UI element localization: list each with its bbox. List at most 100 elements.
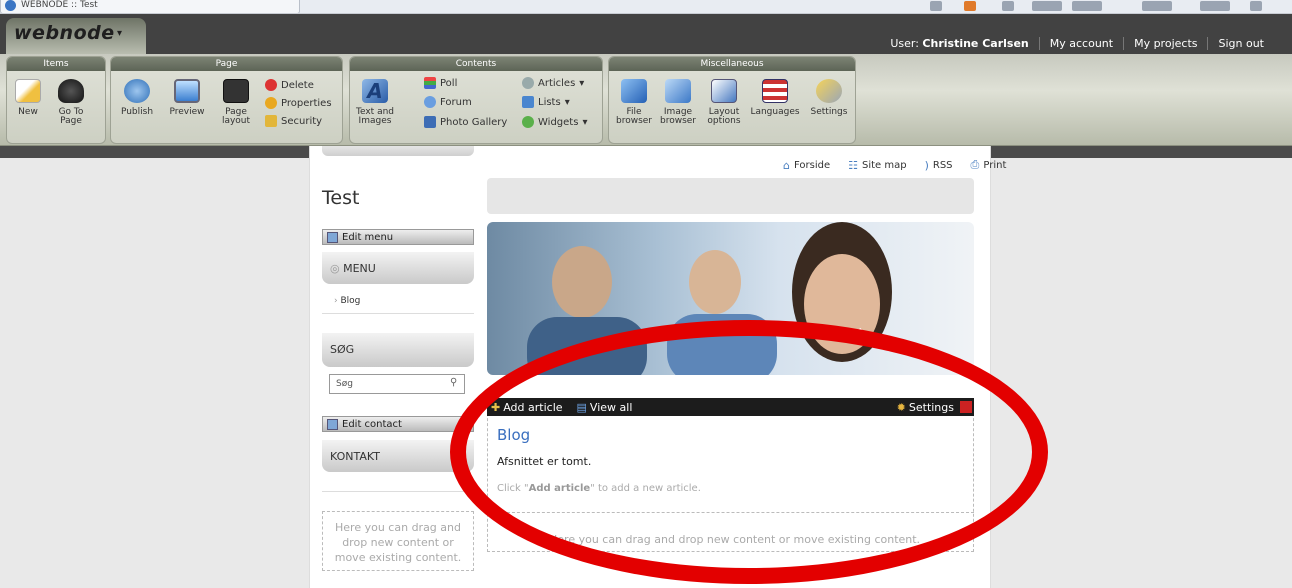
properties-label: Properties [281, 97, 332, 109]
delete-label: Delete [281, 79, 314, 91]
widgets-label: Widgets [538, 116, 579, 128]
lists-button[interactable]: Lists ▾ [522, 96, 570, 108]
forum-button[interactable]: Forum [424, 96, 472, 108]
image-browser-button[interactable]: Image browser [657, 79, 699, 126]
home-icon[interactable] [930, 1, 942, 11]
poll-label: Poll [440, 77, 458, 89]
my-projects-link[interactable]: My projects [1123, 37, 1207, 50]
user-info: User: Christine Carlsen [880, 37, 1038, 50]
print-link[interactable]: ⎙ Print [971, 158, 1007, 172]
file-browser-button[interactable]: File browser [613, 79, 655, 126]
user-links: User: Christine Carlsen My account My pr… [880, 37, 1274, 50]
group-title-items: Items [7, 57, 105, 71]
home-link[interactable]: ⌂ Forside [783, 158, 830, 172]
rss-icon: ) [924, 158, 929, 172]
new-page-icon [15, 79, 41, 103]
articles-button[interactable]: Articles ▾ [522, 77, 584, 89]
chevron-down-icon: ▾ [582, 116, 588, 128]
help-menu-icon[interactable] [1142, 1, 1172, 11]
browser-tab-title: WEBNODE :: Test [21, 0, 98, 10]
gallery-icon [424, 116, 436, 128]
languages-button[interactable]: Languages [747, 79, 803, 117]
new-label: New [18, 107, 38, 117]
print-icon: ⎙ [970, 158, 980, 171]
sitemap-link[interactable]: ☷ Site map [848, 158, 906, 172]
edit-menu-label: Edit menu [342, 231, 394, 243]
languages-label: Languages [750, 107, 800, 117]
delete-icon [265, 79, 277, 91]
group-title-contents: Contents [350, 57, 602, 71]
print-label: Print [983, 159, 1007, 171]
go-to-page-button[interactable]: Go To Page [49, 79, 93, 126]
widgets-button[interactable]: Widgets ▾ [522, 116, 587, 128]
page-menu-icon[interactable] [1032, 1, 1062, 11]
image-browser-label: Image browser [659, 107, 696, 126]
widgets-icon [522, 116, 534, 128]
group-title-page: Page [111, 57, 342, 71]
chevron-down-icon: ▾ [579, 77, 585, 89]
layout-icon [223, 79, 249, 103]
edit-contact-label: Edit contact [342, 418, 402, 430]
poll-icon [424, 77, 436, 89]
forum-label: Forum [440, 96, 472, 108]
text-images-label: Text and Images [356, 107, 394, 126]
edit-menu-button[interactable]: Edit menu [322, 229, 474, 245]
chevron-right-icon: › [334, 296, 338, 306]
flag-icon [762, 79, 788, 103]
toolbar-group-misc: Miscellaneous File browser Image browser… [608, 56, 856, 144]
edit-contact-button[interactable]: Edit contact [322, 416, 474, 432]
properties-icon [265, 97, 277, 109]
poll-button[interactable]: Poll [424, 77, 457, 89]
feed-icon[interactable] [964, 1, 976, 11]
preview-button[interactable]: Preview [165, 79, 209, 117]
top-left-box [322, 146, 474, 156]
photo-gallery-button[interactable]: Photo Gallery [424, 116, 507, 128]
layout-options-label: Layout options [707, 107, 741, 126]
site-title[interactable]: Test [322, 187, 359, 209]
menu-heading-label: MENU [343, 262, 376, 275]
gear-icon[interactable] [1250, 1, 1262, 11]
layout-options-button[interactable]: Layout options [703, 79, 745, 126]
wrench-icon [816, 79, 842, 103]
my-account-link[interactable]: My account [1038, 37, 1123, 50]
security-button[interactable]: Security [265, 115, 322, 127]
delete-button[interactable]: Delete [265, 79, 314, 91]
menu-bullet-icon: ◎ [330, 262, 340, 275]
print-icon[interactable] [1002, 1, 1014, 11]
contact-box [322, 470, 474, 492]
publish-button[interactable]: Publish [117, 79, 157, 117]
sidebar-item-label: Blog [340, 296, 361, 306]
rss-link[interactable]: ) RSS [925, 158, 953, 172]
sidebar-item-blog[interactable]: › Blog [322, 288, 474, 314]
group-title-misc: Miscellaneous [609, 57, 855, 71]
toolbar-group-page: Page Publish Preview Page layout Delete … [110, 56, 343, 144]
file-browser-label: File browser [615, 107, 652, 126]
lists-label: Lists [538, 96, 561, 108]
footprints-icon [58, 79, 84, 103]
security-label: Security [281, 115, 323, 127]
browser-tab[interactable]: WEBNODE :: Test [0, 0, 300, 13]
edit-icon [327, 231, 338, 243]
text-images-button[interactable]: A Text and Images [354, 79, 396, 126]
settings-button[interactable]: Settings [807, 79, 851, 117]
toolbar-group-items: Items New Go To Page [6, 56, 106, 144]
webnode-favicon-icon [5, 0, 16, 11]
properties-button[interactable]: Properties [265, 97, 332, 109]
new-button[interactable]: New [11, 79, 45, 117]
webnode-logo[interactable]: webnode [14, 22, 115, 44]
drop-zone-left[interactable]: Here you can drag and drop new content o… [322, 511, 474, 571]
tools-menu-icon[interactable] [1072, 1, 1102, 11]
extras-menu-icon[interactable] [1200, 1, 1230, 11]
search-input[interactable]: Søg [329, 374, 465, 394]
lists-icon [522, 96, 534, 108]
home-icon: ⌂ [783, 158, 790, 172]
pencil-layout-icon [711, 79, 737, 103]
search-icon[interactable]: ⚲ [450, 377, 457, 388]
chevron-down-icon[interactable]: ▾ [117, 28, 122, 39]
sign-out-link[interactable]: Sign out [1207, 37, 1274, 50]
toolbar-group-contents: Contents A Text and Images Poll Forum Ph… [349, 56, 603, 144]
sitemap-icon: ☷ [848, 158, 858, 172]
page-layout-button[interactable]: Page layout [215, 79, 257, 126]
menu-heading: ◎ MENU [322, 252, 474, 284]
preview-label: Preview [169, 107, 205, 117]
